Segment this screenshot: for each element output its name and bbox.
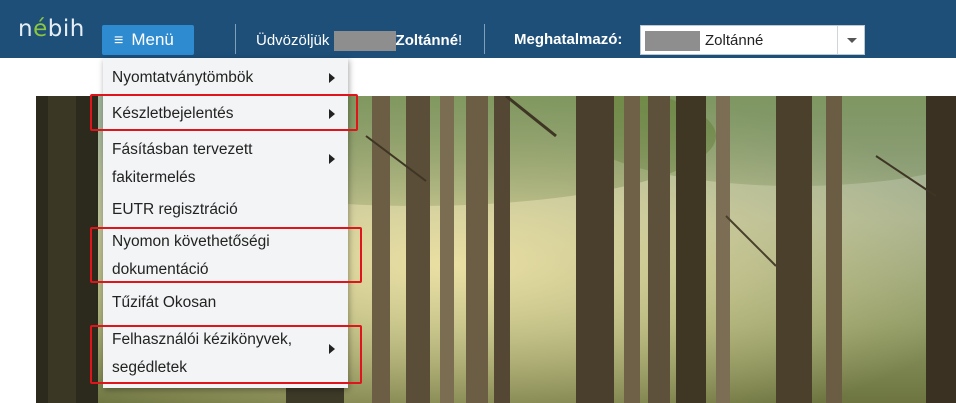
divider (484, 24, 485, 54)
menu-item-label: EUTR regisztráció (112, 201, 238, 218)
hamburger-icon: ≡ (114, 32, 124, 49)
mandator-label: Meghatalmazó: (514, 31, 623, 48)
mandator-selected-value: Zoltánné (705, 32, 764, 49)
logo-text-accent: é (33, 16, 48, 42)
top-navigation-bar: nébih ≡ Menü Üdvözöljük Zoltánné! Meghata… (0, 0, 956, 58)
user-name: Zoltánné (395, 31, 459, 49)
menu-button[interactable]: ≡ Menü (102, 25, 194, 55)
menu-item-label-line1: Felhasználói kézikönyvek, (112, 331, 293, 348)
mandator-select[interactable]: Zoltánné (640, 25, 865, 55)
logo-text-suffix: bih (47, 16, 85, 42)
menu-item-felhasznaloi-kezikonyvek-segedletek[interactable]: Felhasználói kézikönyvek, segédletek (103, 328, 348, 380)
chevron-right-icon (329, 344, 335, 354)
menu-item-fasitasban-tervezett-fakitermeles[interactable]: Fásításban tervezett fakitermelés (103, 138, 348, 190)
menu-item-label: Készletbejelentés (112, 105, 234, 122)
menu-item-nyomtatvanytombok[interactable]: Nyomtatványtömbök (103, 66, 348, 90)
menu-item-label-line2: segédletek (112, 359, 187, 376)
menu-item-label: Tűzifát Okosan (112, 294, 217, 311)
logo-text-prefix: n (18, 16, 34, 42)
menu-item-label-line2: dokumentáció (112, 261, 209, 278)
menu-button-label: Menü (131, 30, 174, 49)
redacted-name-block (333, 31, 396, 51)
redacted-name-block (645, 31, 700, 51)
chevron-right-icon (329, 73, 335, 83)
chevron-right-icon (329, 154, 335, 164)
chevron-right-icon (329, 109, 335, 119)
menu-item-keszletbejelentes[interactable]: Készletbejelentés (103, 102, 348, 126)
nebih-logo[interactable]: nébih (18, 16, 85, 42)
menu-item-label-line1: Nyomon követhetőségi (112, 233, 270, 250)
menu-item-label-line1: Fásításban tervezett (112, 141, 253, 158)
welcome-message: Üdvözöljük Zoltánné! (256, 31, 462, 51)
menu-item-label: Nyomtatványtömbök (112, 69, 254, 86)
menu-item-label-line2: fakitermelés (112, 169, 196, 186)
menu-item-eutr-regisztracio[interactable]: EUTR regisztráció (103, 198, 348, 222)
divider (235, 24, 236, 54)
greeting-text: Üdvözöljük (256, 31, 330, 49)
chevron-down-icon[interactable] (837, 26, 864, 54)
greeting-exclamation: ! (458, 31, 463, 49)
menu-item-tuzifat-okosan[interactable]: Tűzifát Okosan (103, 291, 348, 315)
menu-item-nyomon-kovethetosegi-dokumentacio[interactable]: Nyomon követhetőségi dokumentáció (103, 230, 348, 282)
main-menu-dropdown: Nyomtatványtömbök Készletbejelentés Fásí… (103, 58, 348, 388)
